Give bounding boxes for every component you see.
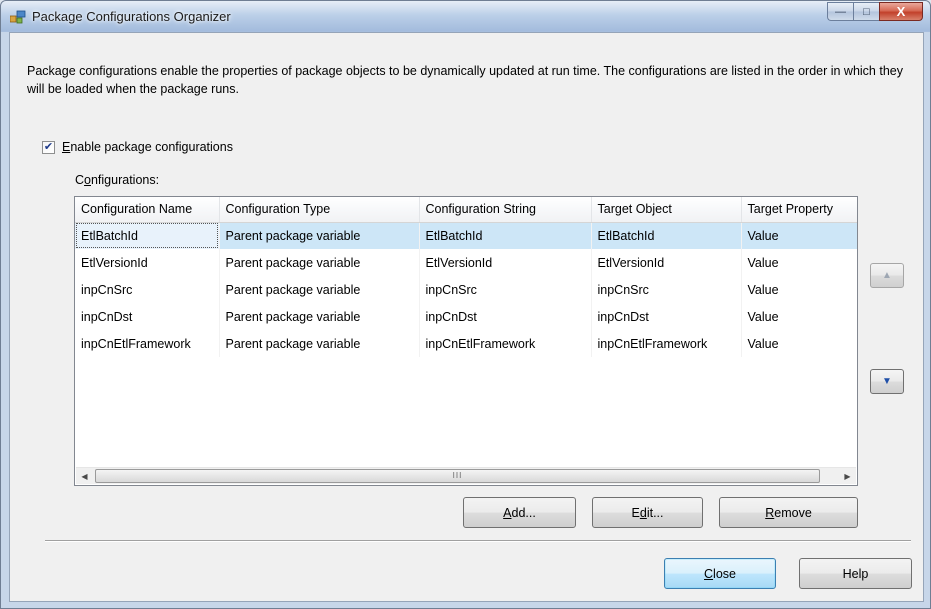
help-button[interactable]: Help — [799, 558, 912, 589]
enable-configurations-label[interactable]: Enable package configurations — [62, 140, 233, 154]
cell-target-property[interactable]: Value — [741, 330, 857, 357]
cell-configuration-name[interactable]: inpCnSrc — [75, 276, 220, 303]
separator-line — [45, 540, 911, 542]
cell-configuration-name[interactable]: inpCnEtlFramework — [75, 330, 220, 357]
column-header-target-object[interactable]: Target Object — [591, 197, 742, 223]
maximize-icon: □ — [863, 5, 870, 18]
description-text: Package configurations enable the proper… — [27, 64, 903, 96]
cell-target-object[interactable]: inpCnSrc — [591, 276, 742, 303]
dialog-client-area: Package configurations enable the proper… — [9, 32, 924, 602]
edit-button[interactable]: Ed it... — [592, 497, 703, 528]
cell-target-property[interactable]: Value — [741, 249, 857, 276]
cell-target-object[interactable]: EtlBatchId — [591, 222, 742, 249]
column-header-configuration-name[interactable]: Configuration Name — [75, 197, 220, 223]
package-config-icon — [10, 10, 26, 24]
table-row[interactable]: inpCnSrc Parent package variable inpCnSr… — [75, 276, 857, 303]
cell-configuration-name[interactable]: inpCnDst — [75, 303, 220, 330]
minimize-button[interactable]: — — [827, 2, 853, 21]
cell-configuration-string[interactable]: inpCnEtlFramework — [419, 330, 592, 357]
scrollbar-track[interactable]: III — [93, 468, 839, 485]
cell-configuration-type[interactable]: Parent package variable — [219, 330, 420, 357]
cell-configuration-name[interactable]: EtlBatchId — [75, 222, 220, 249]
close-window-button[interactable]: X — [879, 2, 923, 21]
close-icon: X — [896, 4, 906, 19]
column-header-configuration-string[interactable]: Configuration String — [419, 197, 592, 223]
configurations-grid[interactable]: Configuration Name Configuration Type Co… — [74, 196, 858, 486]
cell-target-object[interactable]: EtlVersionId — [591, 249, 742, 276]
maximize-button[interactable]: □ — [853, 2, 879, 21]
cell-configuration-string[interactable]: inpCnDst — [419, 303, 592, 330]
remove-button[interactable]: Remove — [719, 497, 858, 528]
table-row[interactable]: inpCnEtlFramework Parent package variabl… — [75, 330, 857, 357]
scrollbar-grip-icon: III — [452, 471, 463, 480]
close-button[interactable]: Close — [664, 558, 776, 589]
cell-configuration-type[interactable]: Parent package variable — [219, 249, 420, 276]
minimize-icon: — — [835, 5, 846, 18]
table-row[interactable]: inpCnDst Parent package variable inpCnDs… — [75, 303, 857, 330]
table-row[interactable]: EtlBatchId Parent package variable EtlBa… — [75, 222, 857, 249]
move-down-button[interactable]: ▼ — [870, 369, 904, 394]
cell-configuration-string[interactable]: EtlBatchId — [419, 222, 592, 249]
move-up-button[interactable]: ▲ — [870, 263, 904, 288]
horizontal-scrollbar[interactable]: ◀ III ▶ — [76, 467, 856, 484]
enable-configurations-row[interactable]: ✔ Enable package configurations — [42, 140, 233, 154]
add-button[interactable]: Add... — [463, 497, 576, 528]
title-bar[interactable]: Package Configurations Organizer — □ X — [1, 1, 930, 32]
grid-header-row: Configuration Name Configuration Type Co… — [75, 197, 857, 223]
checkmark-icon: ✔ — [43, 140, 54, 153]
cell-target-property[interactable]: Value — [741, 276, 857, 303]
enable-configurations-checkbox[interactable]: ✔ — [42, 140, 55, 154]
cell-target-property[interactable]: Value — [741, 303, 857, 330]
cell-configuration-type[interactable]: Parent package variable — [219, 276, 420, 303]
cell-configuration-string[interactable]: inpCnSrc — [419, 276, 592, 303]
table-row[interactable]: EtlVersionId Parent package variable Etl… — [75, 249, 857, 276]
scroll-left-icon[interactable]: ◀ — [76, 468, 93, 485]
scroll-right-icon[interactable]: ▶ — [839, 468, 856, 485]
cell-target-object[interactable]: inpCnEtlFramework — [591, 330, 742, 357]
cell-configuration-type[interactable]: Parent package variable — [219, 303, 420, 330]
caption-buttons: — □ X — [827, 2, 923, 21]
column-header-configuration-type[interactable]: Configuration Type — [219, 197, 420, 223]
cell-configuration-type[interactable]: Parent package variable — [219, 222, 420, 249]
cell-target-property[interactable]: Value — [741, 222, 857, 249]
cell-configuration-name[interactable]: EtlVersionId — [75, 249, 220, 276]
column-header-target-property[interactable]: Target Property — [741, 197, 857, 223]
scrollbar-thumb[interactable]: III — [95, 468, 820, 483]
arrow-up-icon: ▲ — [882, 270, 892, 281]
configurations-label: Configurations: — [75, 173, 160, 187]
cell-target-object[interactable]: inpCnDst — [591, 303, 742, 330]
window-title: Package Configurations Organizer — [32, 9, 231, 24]
cell-configuration-string[interactable]: EtlVersionId — [419, 249, 592, 276]
arrow-down-icon: ▼ — [882, 376, 892, 387]
dialog-window: Package Configurations Organizer — □ X P… — [0, 0, 931, 609]
